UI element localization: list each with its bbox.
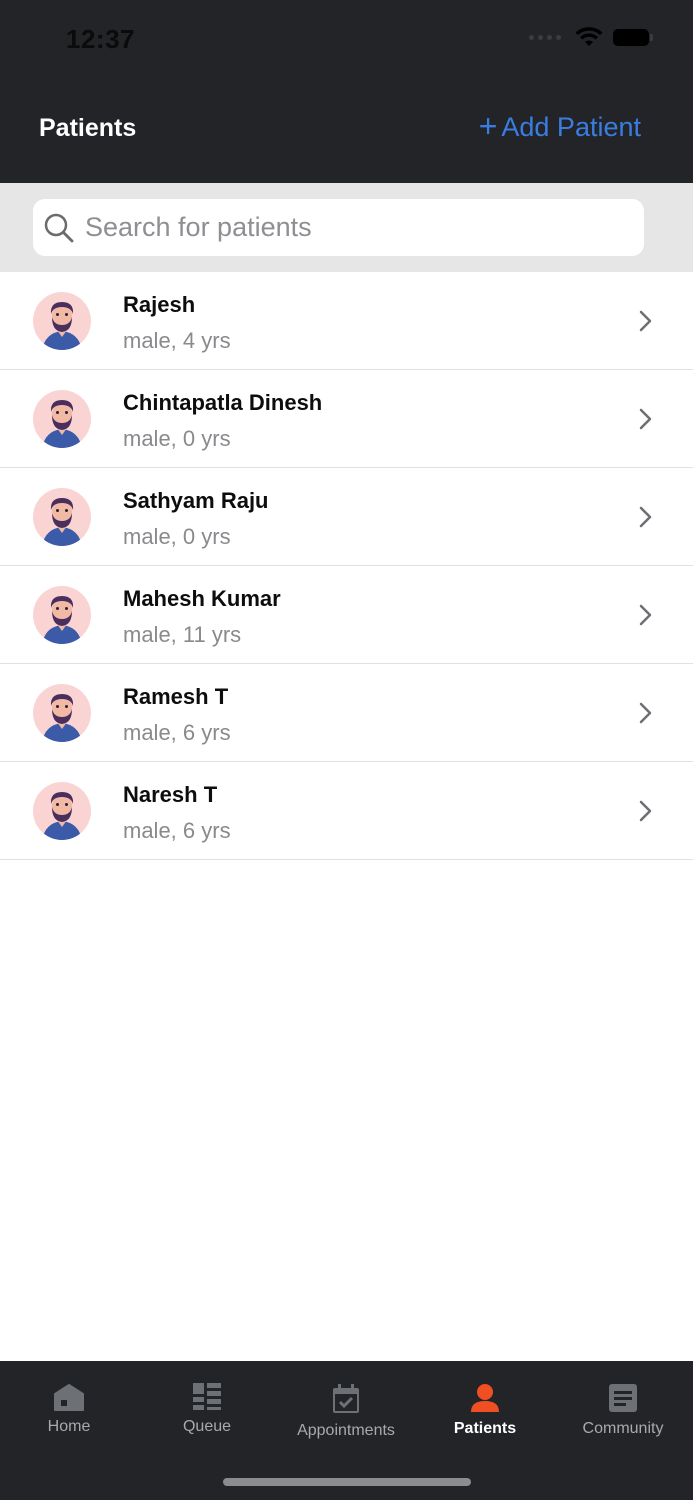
queue-icon [193, 1383, 221, 1410]
plus-icon: + [478, 108, 498, 144]
tab-community-label: Community [582, 1420, 664, 1437]
chevron-right-icon [639, 702, 652, 724]
person-icon [471, 1384, 499, 1412]
search-icon [44, 213, 74, 242]
tab-patients-label: Patients [453, 1420, 517, 1437]
patient-name: Mahesh Kumar [123, 586, 281, 611]
tab-home-label: Home [47, 1418, 91, 1435]
patient-row[interactable]: Ramesh T male, 6 yrs [0, 664, 693, 762]
patient-name: Chintapatla Dinesh [123, 390, 323, 415]
patient-name: Naresh T [123, 782, 218, 807]
patient-row[interactable]: Mahesh Kumar male, 11 yrs [0, 566, 693, 664]
patient-name: Sathyam Raju [123, 488, 269, 513]
tab-queue[interactable]: Queue [138, 1381, 276, 1436]
home-icon [54, 1384, 84, 1411]
tab-patients[interactable]: Patients [416, 1383, 554, 1438]
app-header: 12:37 Patients + Add Patient [0, 0, 693, 183]
document-icon [609, 1384, 637, 1412]
patient-details: male, 0 yrs [123, 524, 231, 549]
patient-list: Rajesh male, 4 yrs Chintapatla Dinesh ma… [0, 272, 693, 860]
patient-avatar-icon [33, 390, 91, 448]
patient-avatar-icon [33, 488, 91, 546]
add-patient-label: Add Patient [501, 112, 641, 142]
patient-row[interactable]: Naresh T male, 6 yrs [0, 762, 693, 860]
patient-details: male, 6 yrs [123, 818, 231, 843]
patient-details: male, 0 yrs [123, 426, 231, 451]
chevron-right-icon [639, 310, 652, 332]
patient-row[interactable]: Rajesh male, 4 yrs [0, 272, 693, 370]
patient-avatar-icon [33, 292, 91, 350]
signal-icon [529, 34, 561, 40]
chevron-right-icon [639, 408, 652, 430]
tab-queue-label: Queue [182, 1418, 232, 1435]
patient-row[interactable]: Sathyam Raju male, 0 yrs [0, 468, 693, 566]
patient-details: male, 11 yrs [123, 622, 242, 647]
patient-avatar-icon [33, 684, 91, 742]
status-icons [529, 26, 653, 48]
patient-details: male, 6 yrs [123, 720, 231, 745]
tab-home[interactable]: Home [0, 1383, 138, 1436]
chevron-right-icon [639, 506, 652, 528]
status-time: 12:37 [66, 24, 135, 54]
patient-avatar-icon [33, 586, 91, 644]
page-title: Patients [39, 114, 137, 142]
patient-name: Ramesh T [123, 684, 229, 709]
search-box[interactable] [33, 199, 644, 256]
wifi-icon [575, 27, 603, 46]
patient-row[interactable]: Chintapatla Dinesh male, 0 yrs [0, 370, 693, 468]
tab-appointments[interactable]: Appointments [277, 1383, 415, 1440]
patient-avatar-icon [33, 782, 91, 840]
chevron-right-icon [639, 800, 652, 822]
add-patient-button[interactable]: + Add Patient [478, 108, 641, 144]
search-input[interactable] [83, 211, 627, 244]
battery-icon [613, 28, 653, 46]
home-indicator[interactable] [223, 1478, 471, 1486]
tab-community[interactable]: Community [554, 1383, 692, 1438]
patient-details: male, 4 yrs [123, 328, 231, 353]
chevron-right-icon [639, 604, 652, 626]
patient-name: Rajesh [123, 292, 196, 317]
search-bar [0, 183, 693, 272]
tab-appointments-label: Appointments [297, 1422, 395, 1439]
calendar-check-icon [333, 1384, 359, 1413]
